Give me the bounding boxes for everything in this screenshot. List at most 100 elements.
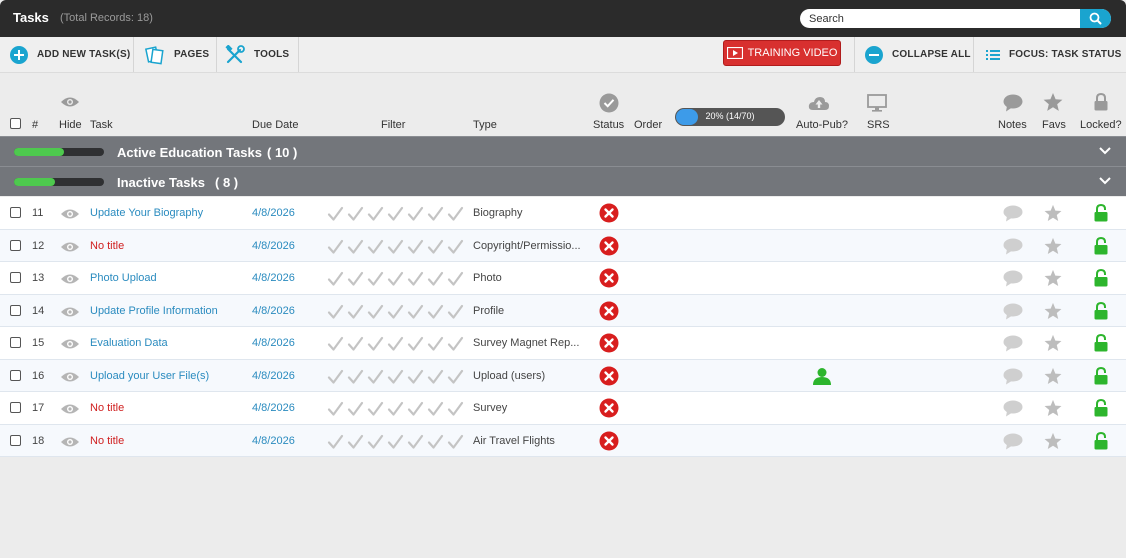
notes-bubble-icon[interactable] — [1003, 205, 1023, 222]
favorite-star-icon[interactable] — [1044, 204, 1062, 222]
filter-check-icon[interactable] — [427, 434, 444, 453]
select-all-checkbox[interactable] — [10, 118, 21, 129]
filter-check-icon[interactable] — [447, 271, 464, 290]
filter-check-icon[interactable] — [427, 369, 444, 388]
col-srs[interactable]: SRS — [867, 119, 890, 131]
eye-icon[interactable] — [60, 273, 80, 285]
due-date-link[interactable]: 4/8/2026 — [252, 240, 295, 252]
filter-check-icon[interactable] — [407, 401, 424, 420]
eye-icon[interactable] — [60, 371, 80, 383]
filter-check-icon[interactable] — [427, 304, 444, 323]
filter-check-icon[interactable] — [367, 369, 384, 388]
filter-check-icon[interactable] — [447, 401, 464, 420]
filter-check-icon[interactable] — [407, 304, 424, 323]
col-status[interactable]: Status — [593, 119, 624, 131]
favorite-star-icon[interactable] — [1044, 237, 1062, 255]
unlock-icon[interactable] — [1094, 431, 1108, 450]
col-favs[interactable]: Favs — [1042, 119, 1066, 131]
status-x-icon[interactable] — [599, 366, 619, 386]
due-date-link[interactable]: 4/8/2026 — [252, 337, 295, 349]
add-task-button[interactable]: ADD NEW TASK(S) — [10, 37, 130, 72]
filter-check-icon[interactable] — [447, 206, 464, 225]
due-date-link[interactable]: 4/8/2026 — [252, 435, 295, 447]
row-checkbox[interactable] — [10, 369, 21, 381]
filter-check-icon[interactable] — [427, 239, 444, 258]
filter-check-icon[interactable] — [427, 271, 444, 290]
col-type[interactable]: Type — [473, 119, 497, 131]
unlock-icon[interactable] — [1094, 301, 1108, 320]
filter-check-icon[interactable] — [367, 271, 384, 290]
task-link[interactable]: Upload your User File(s) — [90, 370, 209, 382]
filter-check-icon[interactable] — [347, 271, 364, 290]
row-checkbox[interactable] — [10, 402, 21, 413]
notes-bubble-icon[interactable] — [1003, 400, 1023, 417]
task-link[interactable]: No title — [90, 435, 124, 447]
filter-check-icon[interactable] — [447, 239, 464, 258]
group-inactive-tasks[interactable]: Inactive Tasks ( 8 ) — [0, 166, 1126, 196]
filter-check-icon[interactable] — [387, 369, 404, 388]
filter-check-icon[interactable] — [327, 239, 344, 258]
row-checkbox[interactable] — [10, 207, 21, 218]
notes-bubble-icon[interactable] — [1003, 335, 1023, 352]
unlock-icon[interactable] — [1094, 204, 1108, 222]
task-link[interactable]: Update Profile Information — [90, 305, 218, 317]
filter-check-icon[interactable] — [407, 369, 424, 388]
col-notes[interactable]: Notes — [998, 119, 1027, 131]
filter-check-icon[interactable] — [407, 271, 424, 290]
status-x-icon[interactable] — [599, 333, 619, 353]
filter-check-icon[interactable] — [407, 336, 424, 355]
filter-check-icon[interactable] — [347, 401, 364, 420]
filter-check-icon[interactable] — [327, 401, 344, 420]
row-checkbox[interactable] — [10, 337, 21, 348]
filter-check-icon[interactable] — [327, 304, 344, 323]
focus-status-button[interactable]: FOCUS: TASK STATUS — [986, 37, 1121, 72]
task-link[interactable]: No title — [90, 402, 124, 414]
filter-check-icon[interactable] — [387, 304, 404, 323]
status-x-icon[interactable] — [599, 203, 619, 223]
status-x-icon[interactable] — [599, 268, 619, 288]
filter-check-icon[interactable] — [347, 434, 364, 453]
filter-check-icon[interactable] — [327, 369, 344, 388]
filter-check-icon[interactable] — [347, 206, 364, 225]
filter-check-icon[interactable] — [347, 369, 364, 388]
filter-check-icon[interactable] — [387, 434, 404, 453]
filter-check-icon[interactable] — [367, 239, 384, 258]
filter-check-icon[interactable] — [367, 336, 384, 355]
collapse-all-button[interactable]: COLLAPSE ALL — [865, 37, 971, 72]
notes-bubble-icon[interactable] — [1003, 270, 1023, 287]
due-date-link[interactable]: 4/8/2026 — [252, 370, 295, 382]
due-date-link[interactable]: 4/8/2026 — [252, 272, 295, 284]
favorite-star-icon[interactable] — [1044, 302, 1062, 320]
task-link[interactable]: Photo Upload — [90, 272, 157, 284]
filter-check-icon[interactable] — [387, 336, 404, 355]
col-task[interactable]: Task — [90, 119, 113, 131]
unlock-icon[interactable] — [1094, 334, 1108, 352]
task-link[interactable]: Evaluation Data — [90, 337, 168, 349]
filter-check-icon[interactable] — [367, 401, 384, 420]
unlock-icon[interactable] — [1094, 399, 1108, 417]
filter-check-icon[interactable] — [387, 271, 404, 290]
unlock-icon[interactable] — [1094, 236, 1108, 255]
chevron-down-icon[interactable] — [1098, 146, 1112, 156]
eye-icon[interactable] — [60, 208, 80, 220]
status-x-icon[interactable] — [599, 398, 619, 418]
chevron-down-icon[interactable] — [1098, 176, 1112, 186]
filter-check-icon[interactable] — [347, 336, 364, 355]
filter-check-icon[interactable] — [447, 304, 464, 323]
task-link[interactable]: No title — [90, 240, 124, 252]
filter-check-icon[interactable] — [407, 206, 424, 225]
status-x-icon[interactable] — [599, 431, 619, 451]
filter-check-icon[interactable] — [327, 336, 344, 355]
user-icon[interactable] — [812, 367, 832, 385]
filter-check-icon[interactable] — [427, 401, 444, 420]
favorite-star-icon[interactable] — [1044, 334, 1062, 352]
row-checkbox[interactable] — [10, 239, 21, 251]
row-checkbox[interactable] — [10, 272, 21, 283]
favorite-star-icon[interactable] — [1044, 269, 1062, 287]
row-checkbox[interactable] — [10, 304, 21, 316]
status-x-icon[interactable] — [599, 301, 619, 321]
filter-check-icon[interactable] — [347, 304, 364, 323]
filter-check-icon[interactable] — [407, 434, 424, 453]
filter-check-icon[interactable] — [447, 434, 464, 453]
due-date-link[interactable]: 4/8/2026 — [252, 402, 295, 414]
